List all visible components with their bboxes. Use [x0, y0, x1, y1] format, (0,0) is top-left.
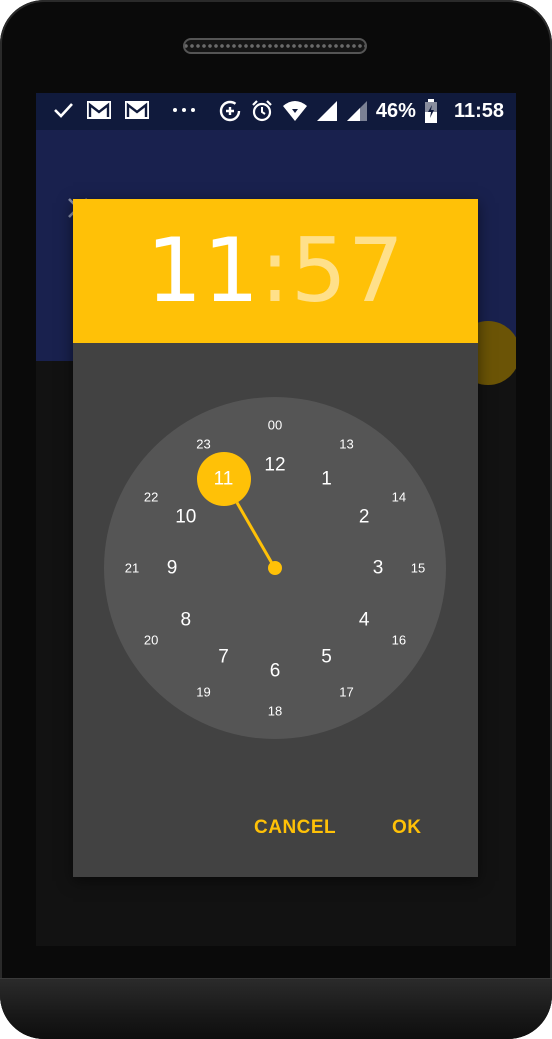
clock-number-19[interactable]: 19	[196, 685, 210, 698]
battery-charging-icon	[424, 99, 437, 123]
clock-number-12[interactable]: 12	[264, 456, 285, 475]
clock-number-8[interactable]: 8	[181, 610, 192, 629]
data-saver-icon	[219, 100, 241, 122]
clock-number-00[interactable]: 00	[268, 419, 282, 432]
cancel-button[interactable]: CANCEL	[250, 811, 340, 845]
clock-center-pivot	[268, 561, 282, 575]
dialog-actions: CANCEL OK	[73, 811, 478, 851]
phone-bottom-bezel	[0, 978, 552, 1039]
clock-number-2[interactable]: 2	[359, 507, 370, 526]
clock-number-6[interactable]: 6	[270, 662, 281, 681]
status-time: 11:58	[453, 99, 504, 122]
check-icon	[54, 103, 73, 118]
hour-display[interactable]: 11	[146, 219, 260, 322]
clock-face[interactable]: 00 13 14 15 16 17 18 19 20 21 22 23 12 1 2 3 4 5 6 7 8 9 10 11	[104, 397, 446, 739]
battery-percent: 46%	[375, 99, 416, 122]
clock-number-3[interactable]: 3	[373, 559, 384, 578]
clock-number-9[interactable]: 9	[167, 559, 178, 578]
time-display: 11:57	[73, 223, 478, 319]
alarm-icon	[252, 100, 272, 122]
clock-number-10[interactable]: 10	[175, 507, 196, 526]
earpiece-speaker	[183, 38, 367, 54]
ok-button[interactable]: OK	[388, 811, 426, 845]
more-dots-icon	[173, 108, 195, 112]
clock-number-20[interactable]: 20	[144, 633, 158, 646]
clock-number-17[interactable]: 17	[339, 685, 353, 698]
wifi-icon	[282, 101, 307, 121]
signal-icon	[316, 101, 337, 121]
phone-frame: 46% 11:58 11:57 00 13 14 15 16 17 18 19 …	[0, 0, 552, 1039]
clock-number-14[interactable]: 14	[392, 490, 406, 503]
clock-number-22[interactable]: 22	[144, 490, 158, 503]
clock-number-18[interactable]: 18	[268, 705, 282, 718]
gmail-icon	[125, 101, 149, 119]
clock-hand	[235, 501, 277, 569]
gmail-icon	[87, 101, 111, 119]
clock-number-4[interactable]: 4	[359, 610, 370, 629]
signal-icon	[346, 101, 367, 121]
clock-number-15[interactable]: 15	[411, 562, 425, 575]
time-picker-dialog: 11:57 00 13 14 15 16 17 18 19 20 21 22 23 12 1 2 3 4 5 6 7 8…	[73, 199, 478, 877]
minute-display[interactable]: 57	[291, 219, 405, 322]
clock-number-23[interactable]: 23	[196, 438, 210, 451]
clock-number-21[interactable]: 21	[125, 562, 139, 575]
time-separator: :	[260, 219, 291, 322]
clock-number-13[interactable]: 13	[339, 438, 353, 451]
clock-number-5[interactable]: 5	[321, 648, 332, 667]
clock-number-11[interactable]: 11	[214, 469, 234, 488]
clock-number-1[interactable]: 1	[321, 469, 332, 488]
clock-number-16[interactable]: 16	[392, 633, 406, 646]
clock-number-7[interactable]: 7	[218, 648, 229, 667]
status-bar: 46% 11:58	[36, 93, 516, 130]
time-picker-header: 11:57	[73, 199, 478, 343]
screen: 46% 11:58 11:57 00 13 14 15 16 17 18 19 …	[36, 93, 516, 946]
